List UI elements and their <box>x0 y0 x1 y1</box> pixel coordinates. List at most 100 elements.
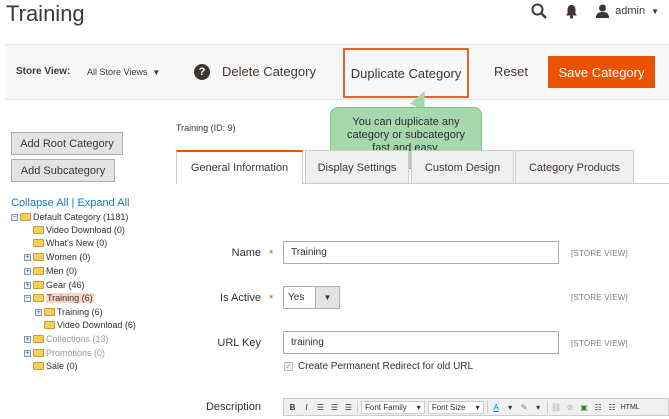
align-center-icon[interactable]: ☰ <box>329 401 340 413</box>
tab-general-information[interactable]: General Information <box>176 150 303 184</box>
notifications-bell-icon[interactable] <box>565 4 578 19</box>
tabs-divider <box>302 183 669 184</box>
delete-category-button[interactable]: Delete Category <box>222 64 316 79</box>
page-title: Training <box>6 1 85 26</box>
tree-node-label[interactable]: Gear (46) <box>46 280 85 290</box>
admin-user-menu[interactable]: admin ▼ <box>596 4 659 18</box>
tree-node[interactable]: Sale (0) <box>33 360 78 372</box>
tree-node-label[interactable]: Training (6) <box>46 293 94 303</box>
collapse-all-link[interactable]: Collapse All <box>11 197 68 209</box>
duplicate-category-button[interactable]: Duplicate Category <box>343 48 469 98</box>
is-active-select[interactable]: Yes ▼ <box>283 286 340 309</box>
tree-node-label[interactable]: Promotions (0) <box>46 348 105 358</box>
tree-node[interactable]: + Men (0) <box>24 265 77 277</box>
link-icon[interactable]: ⛓ <box>551 401 562 413</box>
tree-node-label[interactable]: Collections (13) <box>46 334 109 344</box>
folder-icon <box>33 362 44 370</box>
expand-toggle-icon[interactable]: + <box>24 267 31 275</box>
tree-node[interactable]: Video Download (0) <box>33 224 125 236</box>
scope-label: [STORE VIEW] <box>571 249 628 258</box>
permanent-redirect-label: Create Permanent Redirect for old URL <box>298 361 474 372</box>
save-category-button[interactable]: Save Category <box>548 56 655 88</box>
unlink-icon[interactable]: ⊘ <box>565 401 576 413</box>
expand-toggle-icon[interactable]: + <box>24 335 31 343</box>
tree-node-selected[interactable]: − Training (6) <box>24 292 94 304</box>
folder-icon <box>33 294 44 302</box>
font-size-select[interactable]: Font Size ▾ <box>427 400 484 414</box>
add-root-category-button[interactable]: Add Root Category <box>11 132 123 155</box>
folder-icon <box>33 253 44 261</box>
chevron-down-icon[interactable]: ▾ <box>533 401 544 413</box>
tree-node[interactable]: Video Download (6) <box>44 319 136 331</box>
expand-toggle-icon[interactable]: + <box>35 308 42 316</box>
tab-display-settings[interactable]: Display Settings <box>305 150 409 184</box>
help-icon[interactable]: ? <box>194 64 210 80</box>
expand-toggle-icon[interactable]: + <box>24 281 31 289</box>
expand-all-link[interactable]: Expand All <box>77 197 129 209</box>
chevron-down-icon[interactable]: ▾ <box>505 401 516 413</box>
chevron-down-icon: ▾ <box>416 402 421 412</box>
tree-node-label[interactable]: Default Category (1181) <box>33 212 128 222</box>
chevron-down-icon: ▼ <box>152 67 161 77</box>
permanent-redirect-row: ✓ Create Permanent Redirect for old URL <box>284 361 473 372</box>
image-icon[interactable]: ▣ <box>579 401 590 413</box>
required-marker: * <box>269 293 274 305</box>
chevron-down-icon: ▼ <box>651 6 659 16</box>
tree-node[interactable]: − Default Category (1181) <box>11 211 128 223</box>
search-icon[interactable] <box>531 3 547 19</box>
html-source-button[interactable]: HTML <box>621 401 640 413</box>
collapse-toggle-icon[interactable]: − <box>11 213 18 221</box>
numbered-list-icon[interactable]: ☷ <box>607 401 618 413</box>
user-icon <box>596 4 610 18</box>
tree-node-label[interactable]: Men (0) <box>46 266 77 276</box>
tree-node-label[interactable]: Sale (0) <box>46 361 78 371</box>
text-color-icon[interactable]: A <box>491 401 502 413</box>
toolbar-separator <box>486 401 488 413</box>
tree-node[interactable]: + Women (0) <box>24 251 90 263</box>
collapse-toggle-icon[interactable]: − <box>24 294 31 302</box>
top-toolbar: admin ▼ <box>531 0 659 22</box>
align-right-icon[interactable]: ☰ <box>343 401 354 413</box>
folder-icon <box>44 308 55 316</box>
folder-icon <box>33 267 44 275</box>
bold-button[interactable]: B <box>287 401 298 413</box>
chevron-down-icon[interactable]: ▼ <box>315 287 339 308</box>
tree-node[interactable]: + Collections (13) <box>24 333 109 345</box>
tree-node-label[interactable]: Training (6) <box>57 307 103 317</box>
italic-button[interactable]: I <box>301 401 312 413</box>
tree-node[interactable]: + Promotions (0) <box>24 347 105 359</box>
store-view-switcher[interactable]: All Store Views ▼ <box>87 67 160 77</box>
tree-node-label[interactable]: What's New (0) <box>46 238 107 248</box>
permanent-redirect-checkbox[interactable]: ✓ <box>284 362 293 371</box>
tab-custom-design[interactable]: Custom Design <box>411 150 514 184</box>
required-marker: * <box>269 248 274 260</box>
folder-icon <box>33 349 44 357</box>
font-family-label: Font Family <box>365 402 407 412</box>
tab-category-products[interactable]: Category Products <box>515 150 634 184</box>
url-key-input[interactable]: training <box>283 331 559 354</box>
wysiwyg-toolbar: B I ☰ ☰ ☰ Font Family ▾ Font Size ▾ A ▾ ✎ … <box>283 398 669 416</box>
tree-node-label[interactable]: Women (0) <box>46 252 90 262</box>
tree-node[interactable]: + Gear (46) <box>24 279 85 291</box>
expand-toggle-icon[interactable]: + <box>24 349 31 357</box>
font-family-select[interactable]: Font Family ▾ <box>361 400 425 414</box>
chevron-down-icon: ▾ <box>475 402 480 412</box>
bullet-list-icon[interactable]: ☷ <box>593 401 604 413</box>
tree-node[interactable]: What's New (0) <box>33 237 107 249</box>
reset-button[interactable]: Reset <box>494 64 528 79</box>
tree-node-label[interactable]: Video Download (6) <box>57 320 136 330</box>
folder-icon <box>33 335 44 343</box>
expand-toggle-icon[interactable]: + <box>24 253 31 261</box>
tree-node[interactable]: + Training (6) <box>35 306 103 318</box>
name-input[interactable]: Training <box>283 241 559 264</box>
description-label: Description <box>205 401 261 413</box>
name-label: Name <box>231 247 261 259</box>
toolbar-separator <box>357 401 358 413</box>
align-left-icon[interactable]: ☰ <box>315 401 326 413</box>
category-heading: Training (ID: 9) <box>176 123 236 133</box>
url-key-label: URL Key <box>217 337 261 349</box>
highlight-color-icon[interactable]: ✎ <box>519 401 530 413</box>
add-subcategory-button[interactable]: Add Subcategory <box>11 159 115 182</box>
tree-node-label[interactable]: Video Download (0) <box>46 225 125 235</box>
store-view-label: Store View: <box>16 66 71 77</box>
